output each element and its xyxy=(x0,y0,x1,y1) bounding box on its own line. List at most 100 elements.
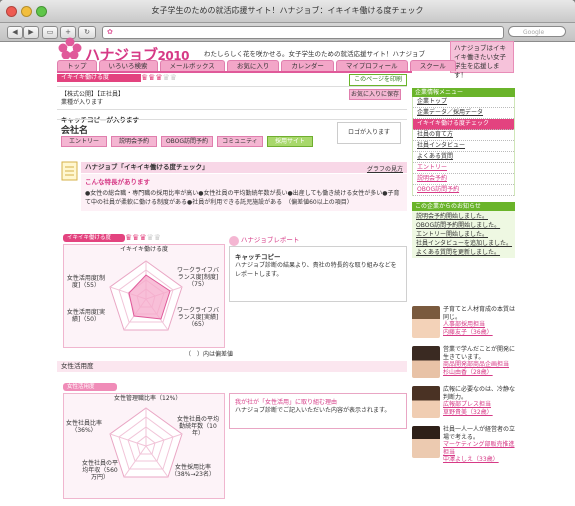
forward-button[interactable]: ▶ xyxy=(23,26,39,39)
nav-school[interactable]: スクール xyxy=(409,60,456,71)
report-box: キャッチコピー ハナジョブ診断の結果より、貴社の特長的な取り組みなどをレポートし… xyxy=(229,246,407,302)
news-item[interactable]: 説明会予約開始しました。 xyxy=(412,212,515,221)
sidebar-item-company-data[interactable]: 企業データ／採用データ xyxy=(413,108,514,119)
radar1-label-women-result: 女性活用度[実績]（50） xyxy=(66,309,106,323)
interview-name[interactable]: 広報部プレス担当 xyxy=(443,401,515,409)
sidebar-item-seminar[interactable]: 説明会予約 xyxy=(413,174,514,185)
interview-photo xyxy=(412,426,440,458)
radar1-badge: イキイキ働ける度 xyxy=(63,234,125,242)
radar1-svg xyxy=(109,260,183,331)
interview-card[interactable]: 営業で学んだことが開発に生きています。 商品開発部商品企画担当 杉山由香（28歳） xyxy=(412,346,515,380)
nav-calendar[interactable]: カレンダー xyxy=(281,60,334,71)
interview-name[interactable]: 商品開発部商品企画担当 xyxy=(443,361,515,369)
women-label-hiring: 女性採用比率（38%→23名） xyxy=(171,464,215,478)
company-logo-placeholder: ロゴが入ります xyxy=(337,122,401,144)
women-badge: 女性活用度 xyxy=(63,383,117,391)
features-text: ●女性の総合職・専門職の採用比率が高い●女性社員の平均勤続年数が長い●出産しても… xyxy=(85,190,400,206)
seminar-button[interactable]: 説明会予約 xyxy=(111,136,157,147)
radar1-label-women-system: 女性活用度[制度]（55） xyxy=(66,275,106,289)
obog-button[interactable]: OBOG訪問予約 xyxy=(161,136,213,147)
nav-top[interactable]: トップ xyxy=(57,60,97,71)
community-button[interactable]: コミュニティ xyxy=(217,136,263,147)
radar1-chart: イキイキ働ける度 ワークライフバランス度[制度]（75） ワークライフバランス度… xyxy=(63,244,225,348)
interview-quote: 子育てと人材育成の本質は同じ。 xyxy=(443,306,516,321)
interview-card[interactable]: 社員一人一人が経営者の立場で考える。 マーケティング部販売推進担当 中澤よしえ（33… xyxy=(412,426,515,463)
women-badge-row: 女性活用度 xyxy=(63,383,117,391)
checklist-icon xyxy=(61,161,78,181)
nav-profile[interactable]: マイプロフィール xyxy=(335,60,408,71)
browser-toolbar: ◀ ▶ ▭ + ↻ ✿ Google xyxy=(0,23,575,42)
interview-name[interactable]: マーケティング部販売推進担当 xyxy=(443,441,515,456)
women-label-managers: 女性管理職比率（12%） xyxy=(114,395,182,402)
flower-logo-icon xyxy=(58,37,82,59)
title-bar: 女子学生のための就活応援サイト！ハナジョブ：イキイキ働ける度チェック xyxy=(0,0,575,23)
women-radar-chart: 女性管理職比率（12%） 女性社員の平均勤続年数（10年） 女性採用比率（38%… xyxy=(63,393,225,499)
news-item[interactable]: よくある質問を更新しました。 xyxy=(412,248,515,257)
nav-search[interactable]: いろいろ検索 xyxy=(98,60,158,71)
interview-photo xyxy=(412,306,440,338)
interview-sub[interactable]: 内藤友子（36歳） xyxy=(443,329,515,337)
main-column: イキイキ働ける度 ♛♛♛♛♛ このページを印刷 【株式公開】【正社員】 業種が入… xyxy=(57,73,407,499)
promo-banner[interactable]: ハナジョブはイキイキ働きたい女子学生を応援します！ xyxy=(450,41,514,79)
radar1-stars: ♛♛♛♛♛ xyxy=(125,233,161,242)
radar1-label-top: イキイキ働ける度 xyxy=(120,246,169,253)
news-item[interactable]: 社員インタビューを追加しました。 xyxy=(412,239,515,248)
back-button[interactable]: ◀ xyxy=(7,26,23,39)
site-favicon-icon: ✿ xyxy=(107,28,113,36)
interview-card[interactable]: 広報に必要なのは、冷静な判断力。 広報部プレス担当 草野貴美（32歳） xyxy=(412,386,515,420)
window-title: 女子学生のための就活応援サイト！ハナジョブ：イキイキ働ける度チェック xyxy=(151,6,424,15)
nav-underline xyxy=(57,71,412,73)
sidebar-item-check[interactable]: イキイキ働ける度チェック xyxy=(413,119,514,130)
interview-sub[interactable]: 杉山由香（28歳） xyxy=(443,369,515,377)
sidebar-item-company-top[interactable]: 企業トップ xyxy=(413,97,514,108)
radar1-label-wlb-system: ワークライフバランス度[制度]（75） xyxy=(176,267,219,288)
browser-window: 女子学生のための就活応援サイト！ハナジョブ：イキイキ働ける度チェック ◀ ▶ ▭… xyxy=(0,0,575,506)
interview-quote: 営業で学んだことが開発に生きています。 xyxy=(443,346,516,361)
bookmarks-icon[interactable]: ▭ xyxy=(42,26,58,39)
address-bar[interactable]: ✿ xyxy=(102,26,504,39)
nav-mailbox[interactable]: メールボックス xyxy=(159,60,225,71)
company-name: 会社名 xyxy=(61,126,89,136)
save-favorite-button[interactable]: お気に入りに保存 xyxy=(349,89,401,100)
print-page-button[interactable]: このページを印刷 xyxy=(349,74,407,86)
features-title: こんな特長があります xyxy=(85,178,150,186)
report-catch: キャッチコピー xyxy=(235,253,281,261)
women-label-salary: 女性社員の平均年収（560万円） xyxy=(81,460,118,481)
rating-stars: ♛♛♛♛♛ xyxy=(141,73,177,82)
main-nav: トップ いろいろ検索 メールボックス お気に入り カレンダー マイプロフィール … xyxy=(57,60,456,71)
sidebar-news: 説明会予約開始しました。 OBOG訪問予約開始しました。 エントリー開始しました… xyxy=(412,211,515,258)
interview-card[interactable]: 子育てと人材育成の本質は同じ。 人事部採用担当 内藤友子（36歳） xyxy=(412,306,515,340)
entry-button[interactable]: エントリー xyxy=(61,136,107,147)
check-section: ハナジョブ「イキイキ働ける度チェック」 グラフの見方 こんな特長があります ●女… xyxy=(57,160,407,212)
report-avatar-icon xyxy=(229,235,239,246)
women-reason-body: ハナジョブ診断でご記入いただいた内容が表示されます。 xyxy=(235,407,391,414)
features-box: こんな特長があります ●女性の総合職・専門職の採用比率が高い●女性社員の平均勤続… xyxy=(81,174,407,211)
interview-sub[interactable]: 草野貴美（32歳） xyxy=(443,409,515,417)
news-item[interactable]: エントリー開始しました。 xyxy=(412,230,515,239)
search-field[interactable]: Google xyxy=(508,26,566,37)
radar1-badge-row: イキイキ働ける度 ♛♛♛♛♛ xyxy=(63,233,161,242)
news-item[interactable]: OBOG訪問予約開始しました。 xyxy=(412,221,515,230)
sidebar-item-training[interactable]: 社員の育て方 xyxy=(413,130,514,141)
women-label-ratio: 女性社員比率（36%） xyxy=(66,420,103,434)
sidebar-item-obog[interactable]: OBOG訪問予約 xyxy=(413,185,514,196)
women-label-tenure: 女性社員の平均勤続年数（10年） xyxy=(176,416,219,437)
sidebar-item-interview[interactable]: 社員インタビュー xyxy=(413,141,514,152)
nav-favorites[interactable]: お気に入り xyxy=(226,60,280,71)
site-logo[interactable]: ハナジョブ2010 xyxy=(57,37,217,64)
sidebar: 企業情報メニュー 企業トップ 企業データ／採用データ イキイキ働ける度チェック … xyxy=(412,88,515,463)
graph-guide-link[interactable]: グラフの見方 xyxy=(367,164,403,173)
sidebar-item-entry[interactable]: エントリー xyxy=(413,163,514,174)
sidebar-menu-title: 企業情報メニュー xyxy=(412,88,515,97)
interview-name[interactable]: 人事部採用担当 xyxy=(443,321,515,329)
check-heading: ハナジョブ「イキイキ働ける度チェック」 xyxy=(81,162,407,173)
interview-sub[interactable]: 中澤よしえ（33歳） xyxy=(443,456,515,464)
company-industry: 業種が入ります xyxy=(61,99,104,106)
sidebar-menu: 企業トップ 企業データ／採用データ イキイキ働ける度チェック 社員の育て方 社員… xyxy=(412,97,515,196)
interview-photo xyxy=(412,346,440,378)
women-reason-title: 我が社が「女性活用」に取り組む理由 xyxy=(235,399,338,406)
recruit-site-button[interactable]: 採用サイト xyxy=(267,136,313,147)
page-title: イキイキ働ける度 xyxy=(61,74,110,81)
sidebar-item-faq[interactable]: よくある質問 xyxy=(413,152,514,163)
report-body: ハナジョブ診断の結果より、貴社の特長的な取り組みなどをレポートします。 xyxy=(235,262,397,278)
